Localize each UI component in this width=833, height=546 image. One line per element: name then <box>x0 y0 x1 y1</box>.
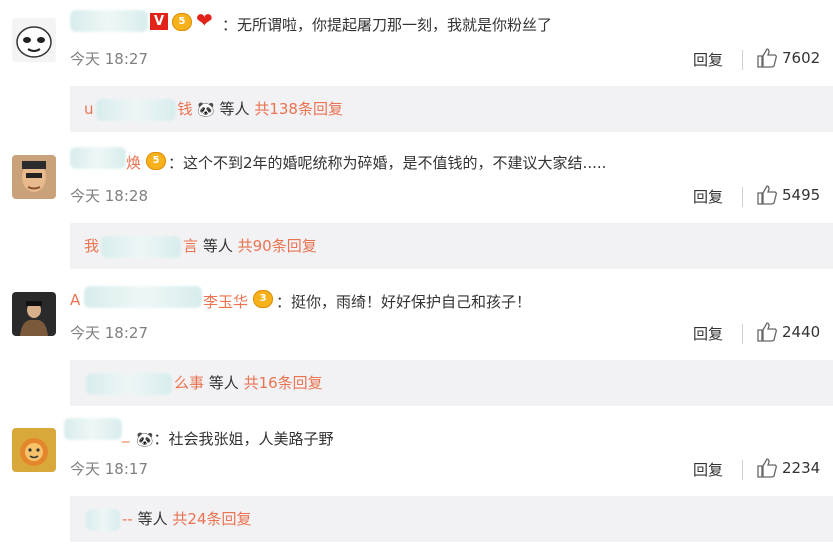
divider <box>742 50 743 70</box>
comment-item: A 李玉华 3 ：挺你，雨绮！好好保护自己和孩子！ 今天 18:27 回复 24… <box>0 274 833 410</box>
replies-summary-link[interactable]: -- 等人 共24条回复 <box>86 508 252 531</box>
thumbs-up-icon <box>757 458 777 478</box>
replies-panel: -- 等人 共24条回复 <box>70 496 833 542</box>
divider <box>742 187 743 207</box>
replies-panel: u钱 🐼 等人 共138条回复 <box>70 86 833 132</box>
like-button[interactable]: 7602 <box>756 48 820 68</box>
username-prefix[interactable]: A <box>70 291 80 309</box>
reply-button[interactable]: 回复 <box>693 323 723 344</box>
like-count: 7602 <box>782 49 821 67</box>
thumbs-up-icon <box>757 48 777 68</box>
thumbs-up-icon <box>757 185 777 205</box>
level-5-icon: 5 <box>146 152 166 170</box>
like-button[interactable]: 2234 <box>756 458 820 478</box>
replies-panel: 我言 等人 共90条回复 <box>70 223 833 269</box>
username[interactable]: 焕 <box>126 152 141 173</box>
replies-summary-link[interactable]: 么事 等人 共16条回复 <box>86 372 323 395</box>
avatar[interactable] <box>12 292 56 336</box>
like-button[interactable]: 5495 <box>756 185 820 205</box>
reply-button[interactable]: 回复 <box>693 186 723 207</box>
timestamp: 今天 18:28 <box>70 187 148 205</box>
comment-text: 🐼：社会我张姐，人美路子野 <box>136 430 334 448</box>
divider <box>742 324 743 344</box>
like-button[interactable]: 2440 <box>756 322 820 342</box>
reply-button[interactable]: 回复 <box>693 459 723 480</box>
like-count: 2440 <box>782 323 821 341</box>
comment-text: ：无所谓啦，你提起屠刀那一刻，我就是你粉丝了 <box>222 16 553 34</box>
timestamp: 今天 18:17 <box>70 460 148 478</box>
replies-summary-link[interactable]: u钱 🐼 等人 共138条回复 <box>84 98 343 121</box>
avatar[interactable] <box>12 155 56 199</box>
username-blurred[interactable] <box>70 10 148 32</box>
vip-icon: V <box>150 13 168 30</box>
timestamp: 今天 18:27 <box>70 324 148 342</box>
username[interactable]: 李玉华 <box>203 291 248 312</box>
comment-item: _ 🐼：社会我张姐，人美路子野 今天 18:17 回复 2234 -- 等人 共… <box>0 410 833 546</box>
thumbs-up-icon <box>757 322 777 342</box>
divider <box>742 460 743 480</box>
comment-text: ：这个不到2年的婚呢统称为碎婚，是不值钱的，不建议大家结..... <box>168 154 607 172</box>
username-blurred[interactable] <box>84 286 202 308</box>
panda-icon: 🐼 <box>197 102 215 118</box>
level-5-icon: 5 <box>172 13 192 31</box>
username-blurred[interactable] <box>64 418 122 440</box>
username[interactable]: _ <box>122 425 130 443</box>
username-blurred[interactable] <box>70 147 126 169</box>
timestamp: 今天 18:27 <box>70 50 148 68</box>
avatar[interactable] <box>12 428 56 472</box>
avatar[interactable] <box>12 18 56 62</box>
replies-summary-link[interactable]: 我言 等人 共90条回复 <box>84 235 317 258</box>
panda-icon: 🐼 <box>136 432 154 448</box>
reply-button[interactable]: 回复 <box>693 49 723 70</box>
like-count: 2234 <box>782 459 821 477</box>
like-count: 5495 <box>782 186 821 204</box>
level-3-icon: 3 <box>253 290 273 308</box>
replies-panel: 么事 等人 共16条回复 <box>70 360 833 406</box>
comment-item: V 5 ❤ ：无所谓啦，你提起屠刀那一刻，我就是你粉丝了 今天 18:27 回复… <box>0 0 833 136</box>
heart-icon: ❤ <box>196 8 213 32</box>
comment-item: 焕 5 ：这个不到2年的婚呢统称为碎婚，是不值钱的，不建议大家结..... 今天… <box>0 137 833 273</box>
comment-text: ：挺你，雨绮！好好保护自己和孩子！ <box>276 293 532 311</box>
